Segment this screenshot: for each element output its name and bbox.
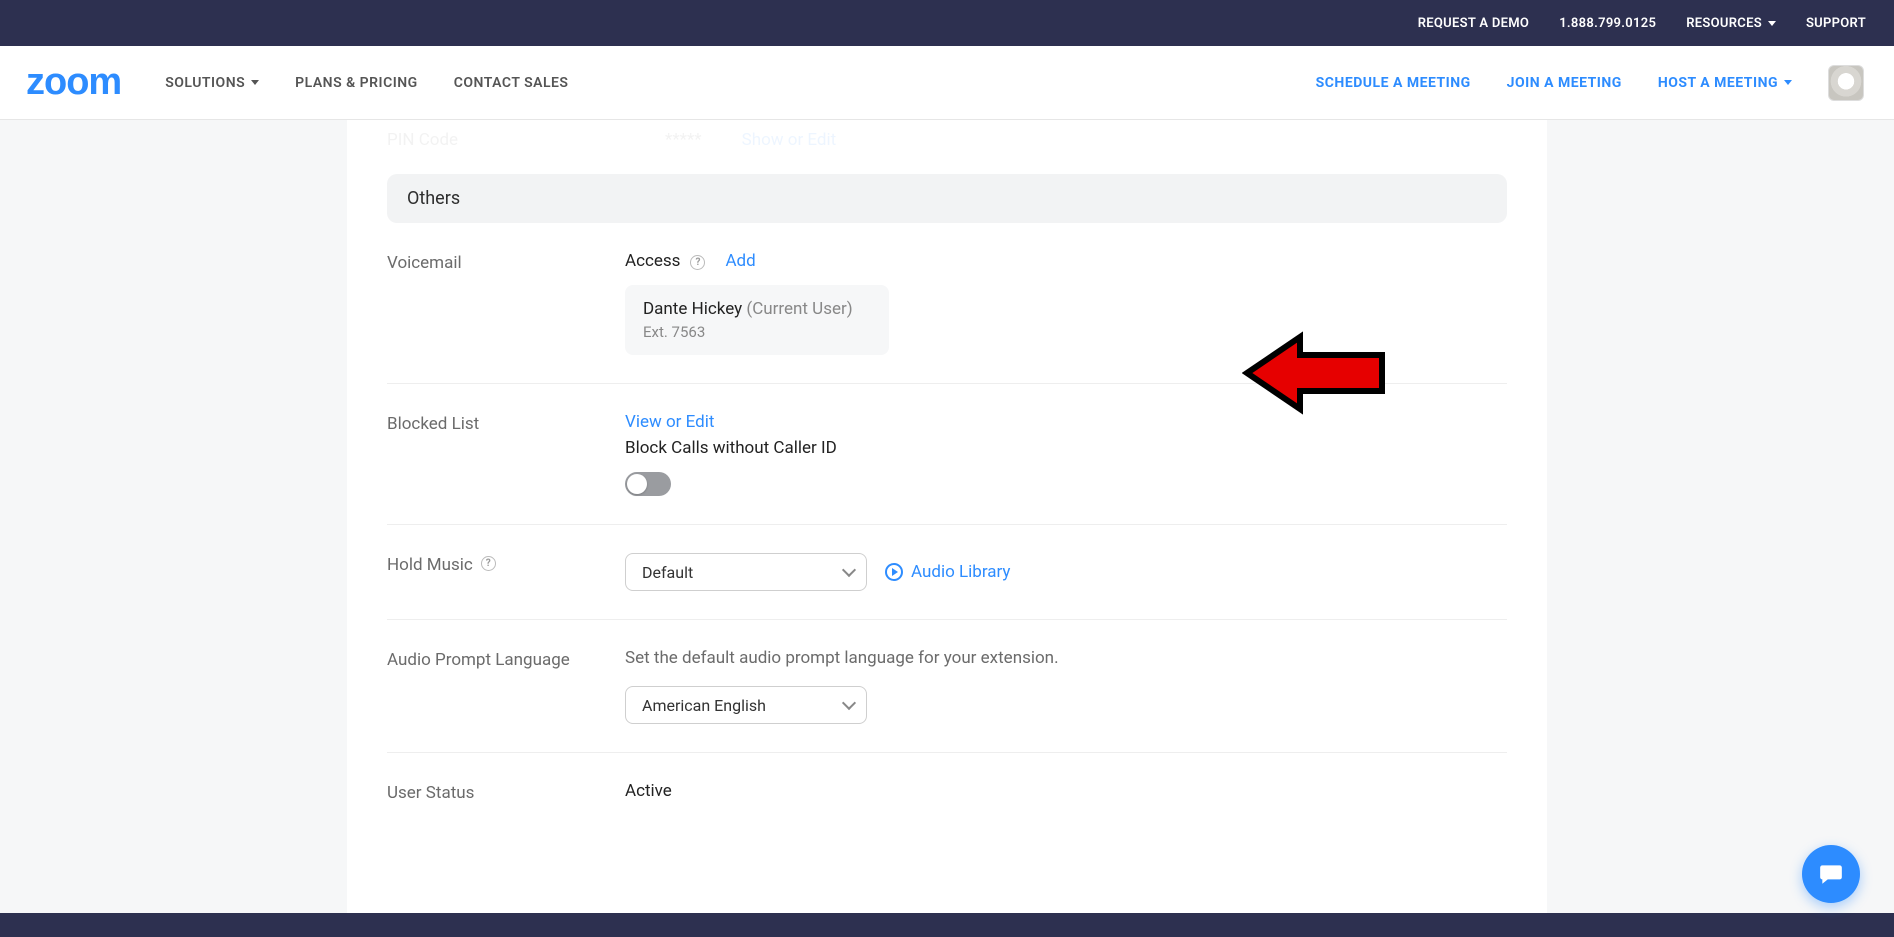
footer-strip — [0, 913, 1894, 937]
audio-prompt-language-selected: American English — [642, 696, 766, 715]
audio-prompt-language-label: Audio Prompt Language — [387, 648, 625, 724]
voicemail-row: Voicemail Access ? Add Dante Hickey (Cur… — [387, 223, 1507, 384]
contact-sales-link[interactable]: CONTACT SALES — [454, 75, 569, 91]
play-icon — [885, 563, 903, 581]
pin-code-masked: ***** — [665, 130, 702, 150]
user-status-value: Active — [625, 781, 1507, 803]
chevron-down-icon — [1768, 21, 1776, 26]
audio-prompt-language-row: Audio Prompt Language Set the default au… — [387, 620, 1507, 753]
hold-music-label: Hold Music ? — [387, 553, 625, 591]
voicemail-label: Voicemail — [387, 251, 625, 355]
zoom-logo[interactable]: zoom — [26, 61, 121, 104]
support-link[interactable]: SUPPORT — [1806, 16, 1866, 31]
help-icon[interactable]: ? — [690, 255, 705, 270]
sidebar — [0, 120, 347, 913]
join-meeting-link[interactable]: JOIN A MEETING — [1507, 75, 1622, 91]
page-body: PIN Code ***** Show or Edit Others Voice… — [0, 120, 1894, 913]
voicemail-user-ext: Ext. 7563 — [643, 323, 871, 341]
settings-panel: PIN Code ***** Show or Edit Others Voice… — [347, 120, 1547, 913]
audio-prompt-language-desc: Set the default audio prompt language fo… — [625, 648, 1507, 668]
nav-left-group: SOLUTIONS PLANS & PRICING CONTACT SALES — [165, 75, 568, 91]
audio-library-label: Audio Library — [911, 562, 1010, 582]
schedule-meeting-link[interactable]: SCHEDULE A MEETING — [1316, 75, 1471, 91]
main-nav: zoom SOLUTIONS PLANS & PRICING CONTACT S… — [0, 46, 1894, 120]
top-utility-bar: REQUEST A DEMO 1.888.799.0125 RESOURCES … — [0, 0, 1894, 46]
user-status-label: User Status — [387, 781, 625, 803]
audio-library-link[interactable]: Audio Library — [885, 562, 1010, 582]
audio-prompt-language-select[interactable]: American English — [625, 686, 867, 724]
blocked-list-row: Blocked List View or Edit Block Calls wi… — [387, 384, 1507, 525]
host-meeting-label: HOST A MEETING — [1658, 75, 1778, 91]
chevron-down-icon — [1784, 80, 1792, 85]
pin-code-label: PIN Code — [387, 130, 625, 150]
hold-music-selected: Default — [642, 563, 693, 582]
chat-bubble-icon — [1818, 861, 1844, 887]
block-calls-without-cid-label: Block Calls without Caller ID — [625, 438, 1507, 458]
blocked-list-label: Blocked List — [387, 412, 625, 496]
chat-help-button[interactable] — [1802, 845, 1860, 903]
chevron-down-icon — [251, 80, 259, 85]
avatar[interactable] — [1828, 65, 1864, 101]
hold-music-select[interactable]: Default — [625, 553, 867, 591]
hold-music-label-text: Hold Music — [387, 555, 473, 575]
block-calls-without-cid-toggle[interactable] — [625, 472, 671, 496]
voicemail-access-line: Access ? Add — [625, 251, 1507, 271]
nav-right-group: SCHEDULE A MEETING JOIN A MEETING HOST A… — [1316, 65, 1864, 101]
solutions-label: SOLUTIONS — [165, 75, 245, 91]
help-icon[interactable]: ? — [481, 556, 496, 571]
section-header-others: Others — [387, 174, 1507, 223]
voicemail-user-tag: (Current User) — [746, 299, 852, 319]
voicemail-access-label: Access — [625, 251, 680, 271]
user-status-row: User Status Active — [387, 753, 1507, 831]
pin-code-row: PIN Code ***** Show or Edit — [387, 120, 1507, 162]
request-demo-link[interactable]: REQUEST A DEMO — [1418, 16, 1530, 31]
voicemail-user-name: Dante Hickey — [643, 299, 742, 319]
solutions-menu[interactable]: SOLUTIONS — [165, 75, 259, 91]
blocked-list-view-edit-link[interactable]: View or Edit — [625, 412, 714, 432]
voicemail-add-link[interactable]: Add — [725, 251, 755, 271]
host-meeting-menu[interactable]: HOST A MEETING — [1658, 75, 1792, 91]
voicemail-user-card[interactable]: Dante Hickey (Current User) Ext. 7563 — [625, 285, 889, 355]
resources-label: RESOURCES — [1686, 16, 1762, 31]
chevron-down-icon — [842, 563, 856, 577]
support-phone-link[interactable]: 1.888.799.0125 — [1559, 16, 1656, 31]
plans-pricing-link[interactable]: PLANS & PRICING — [295, 75, 418, 91]
pin-code-show-edit-link[interactable]: Show or Edit — [742, 130, 837, 150]
chevron-down-icon — [842, 696, 856, 710]
resources-menu[interactable]: RESOURCES — [1686, 16, 1776, 31]
hold-music-row: Hold Music ? Default Audio Library — [387, 525, 1507, 620]
